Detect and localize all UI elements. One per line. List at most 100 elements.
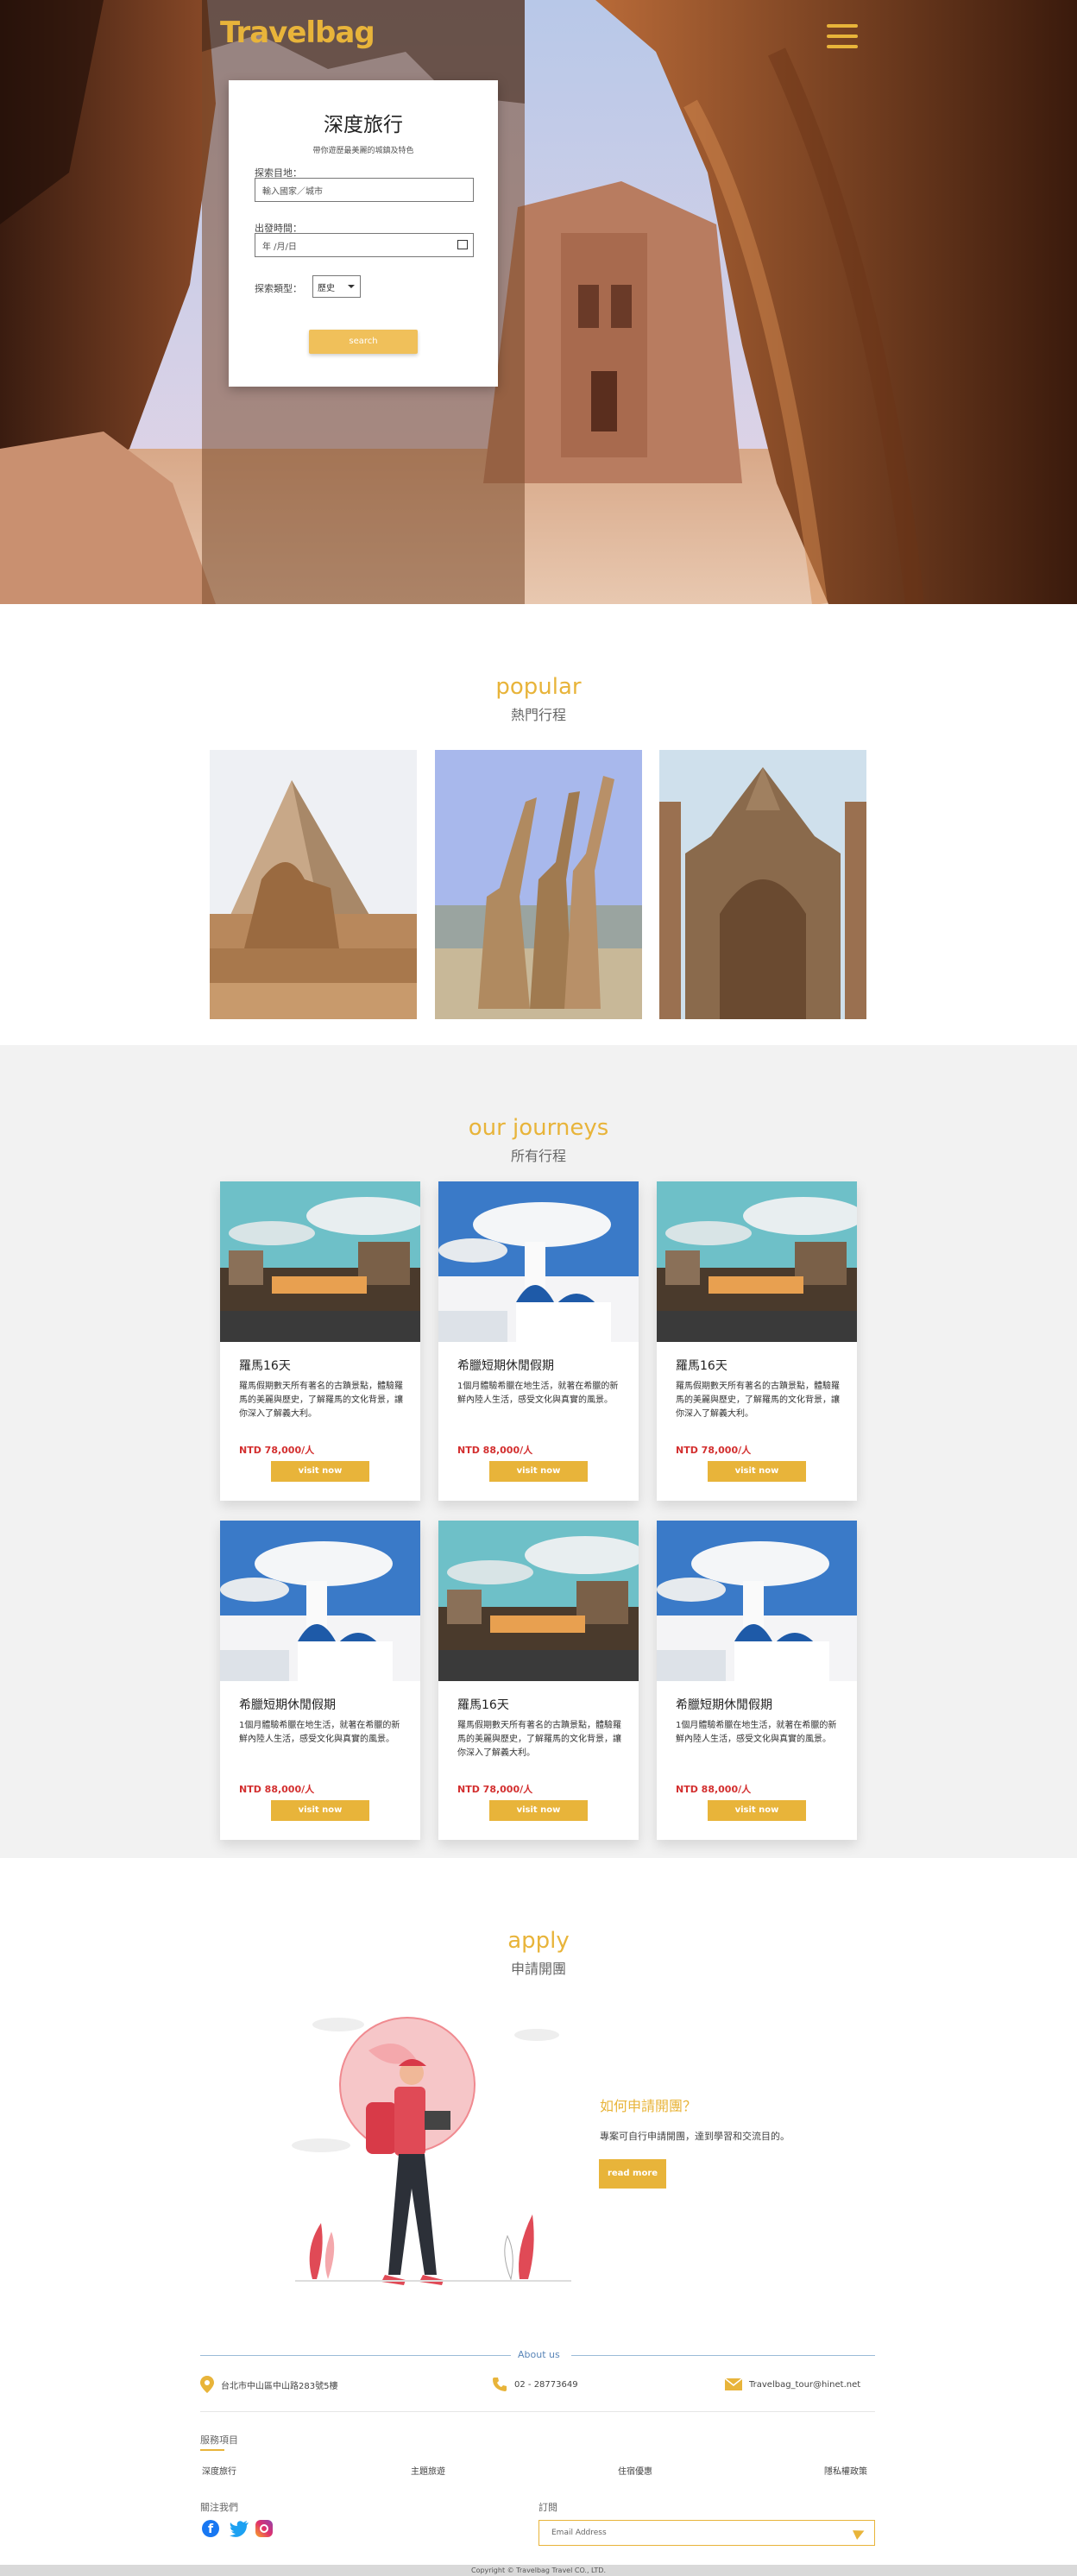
journey-card[interactable]: 希臘短期休閒假期 1個月體驗希臘在地生活，就著在希臘的新鮮內陸人生活，感受文化與真… [657,1521,857,1840]
visit-now-button[interactable]: visit now [708,1800,806,1821]
journey-image [438,1181,639,1342]
type-select[interactable]: 歷史 [312,275,361,298]
address-text: 台北市中山區中山路283號5樓 [221,2381,338,2391]
popular-item-cathedral[interactable] [659,750,866,1019]
journey-title: 羅馬16天 [239,1359,291,1373]
journey-title: 希臘短期休閒假期 [239,1698,336,1712]
service-link-lodging[interactable]: 住宿優惠 [618,2464,652,2477]
phone-icon [493,2378,507,2391]
rome-photo [657,1181,857,1342]
type-select-value: 歷史 [318,284,335,293]
services-underline [200,2449,224,2451]
journey-price: NTD 88,000/人 [239,1784,315,1795]
journey-image [657,1181,857,1342]
date-placeholder: 年 /月/日 [262,242,297,252]
hero-subtitle: 帶你遊歷最美麗的城鎮及特色 [312,147,414,155]
journey-image [220,1521,420,1681]
journey-image [438,1521,639,1681]
popular-subtitle: 熱門行程 [510,707,566,723]
journey-card[interactable]: 希臘短期休閒假期 1個月體驗希臘在地生活，就著在希臘的新鮮內陸人生活，感受文化與真… [220,1521,420,1840]
journeys-heading: our journeys 所有行程 [0,1115,1077,1165]
journey-desc: 1個月體驗希臘在地生活，就著在希臘的新鮮內陸人生活，感受文化與真實的風景。 [457,1382,619,1405]
phone-text: 02 - 28773649 [514,2379,578,2390]
visit-now-button[interactable]: visit now [708,1461,806,1482]
apply-heading: apply 申請開團 [0,1928,1077,1978]
service-link-deep-travel[interactable]: 深度旅行 [202,2464,236,2477]
email-text: Travelbag_tour@hinet.net [749,2379,861,2390]
santorini-photo [657,1521,857,1681]
popular-heading: popular 熱門行程 [0,674,1077,724]
visit-now-button[interactable]: visit now [489,1800,588,1821]
phone-item: 02 - 28773649 [492,2376,578,2393]
journey-desc: 1個月體驗希臘在地生活，就著在希臘的新鮮內陸人生活，感受文化與真實的風景。 [676,1721,837,1744]
instagram-icon[interactable] [255,2520,273,2537]
divider [200,2411,875,2412]
about-us-title: About us [518,2349,560,2360]
services-title: 服務項目 [200,2434,238,2446]
journey-card[interactable]: 希臘短期休閒假期 1個月體驗希臘在地生活，就著在希臘的新鮮內陸人生活，感受文化與真… [438,1181,639,1501]
visit-now-button[interactable]: visit now [271,1461,369,1482]
hamburger-menu-icon[interactable] [827,24,858,48]
how-to-apply-desc: 專案可自行申請開團，達到學習和交流目的。 [600,2131,790,2142]
mail-icon [725,2378,742,2390]
search-card: 深度旅行 帶你遊歷最美麗的城鎮及特色 探索目地： 輸入國家／城市 出發時間： 年… [229,80,498,387]
twitter-icon[interactable] [230,2520,249,2537]
cathedral-photo [659,750,866,1019]
journey-price: NTD 78,000/人 [676,1445,752,1456]
journey-image [657,1521,857,1681]
divider [200,2355,511,2356]
giraffe-photo [435,750,642,1019]
journey-title: 羅馬16天 [676,1359,727,1373]
apply-subtitle: 申請開團 [510,1961,566,1977]
popular-item-pyramid[interactable] [210,750,417,1019]
divider [571,2355,875,2356]
apply-title: apply [507,1928,570,1954]
popular-title: popular [495,674,582,700]
popular-item-giraffes[interactable] [435,750,642,1019]
visit-now-button[interactable]: visit now [489,1461,588,1482]
date-input[interactable]: 年 /月/日 [255,233,474,257]
copyright: Copyright © Travelbag Travel CO., LTD. [0,2565,1077,2576]
journey-desc: 羅馬假期數天所有著名的古蹟景點，體驗羅馬的美麗與歷史，了解羅馬的文化背景，讓你深… [676,1382,840,1419]
service-link-theme-tour[interactable]: 主題旅遊 [411,2464,445,2477]
journeys-subtitle: 所有行程 [510,1148,566,1164]
location-pin-icon [200,2376,214,2393]
subscribe-email-input[interactable]: Email Address [538,2520,875,2546]
how-to-apply-title: 如何申請開團？ [600,2098,697,2114]
read-more-button[interactable]: read more [599,2159,666,2189]
visit-now-button[interactable]: visit now [271,1800,369,1821]
journey-title: 希臘短期休閒假期 [457,1359,554,1373]
journey-desc: 羅馬假期數天所有著名的古蹟景點，體驗羅馬的美麗與歷史，了解羅馬的文化背景，讓你深… [457,1721,621,1758]
journey-card[interactable]: 羅馬16天羅馬假期數天所有著名的古蹟景點，體驗羅馬的美麗與歷史，了解羅馬的文化背… [220,1181,420,1501]
calendar-icon[interactable] [457,240,468,249]
journeys-title: our journeys [468,1115,609,1141]
journey-price: NTD 88,000/人 [676,1784,752,1795]
canyon-photo [0,0,1077,604]
journey-card[interactable]: 羅馬16天羅馬假期數天所有著名的古蹟景點，體驗羅馬的美麗與歷史，了解羅馬的文化背… [657,1181,857,1501]
traveler-illustration [287,1990,585,2292]
follow-us-title: 關注我們 [200,2502,238,2513]
subscribe-title: 訂閱 [538,2502,557,2513]
journey-desc: 羅馬假期數天所有著名的古蹟景點，體驗羅馬的美麗與歷史，了解羅馬的文化背景，讓你深… [239,1382,403,1419]
type-label: 探索類型： [255,283,302,294]
santorini-photo [438,1181,639,1342]
pyramid-photo [210,750,417,1019]
logo[interactable]: Travelbag [220,16,375,50]
address-item: 台北市中山區中山路283號5樓 [200,2376,337,2393]
journey-price: NTD 78,000/人 [457,1784,533,1795]
hero-title: 深度旅行 [324,114,403,136]
rome-photo [220,1181,420,1342]
journey-title: 希臘短期休閒假期 [676,1698,772,1712]
destination-input[interactable]: 輸入國家／城市 [255,178,474,202]
santorini-photo [220,1521,420,1681]
journey-card[interactable]: 羅馬16天羅馬假期數天所有著名的古蹟景點，體驗羅馬的美麗與歷史，了解羅馬的文化背… [438,1521,639,1840]
email-item: Travelbag_tour@hinet.net [725,2376,860,2393]
journey-desc: 1個月體驗希臘在地生活，就著在希臘的新鮮內陸人生活，感受文化與真實的風景。 [239,1721,400,1744]
journey-image [220,1181,420,1342]
hero-banner: Travelbag 深度旅行 帶你遊歷最美麗的城鎮及特色 探索目地： 輸入國家／… [0,0,1077,604]
journey-price: NTD 78,000/人 [239,1445,315,1456]
service-link-privacy[interactable]: 隱私權政策 [824,2464,867,2477]
journey-title: 羅馬16天 [457,1698,509,1712]
search-button[interactable]: search [309,330,418,354]
facebook-icon[interactable]: f [202,2520,219,2537]
